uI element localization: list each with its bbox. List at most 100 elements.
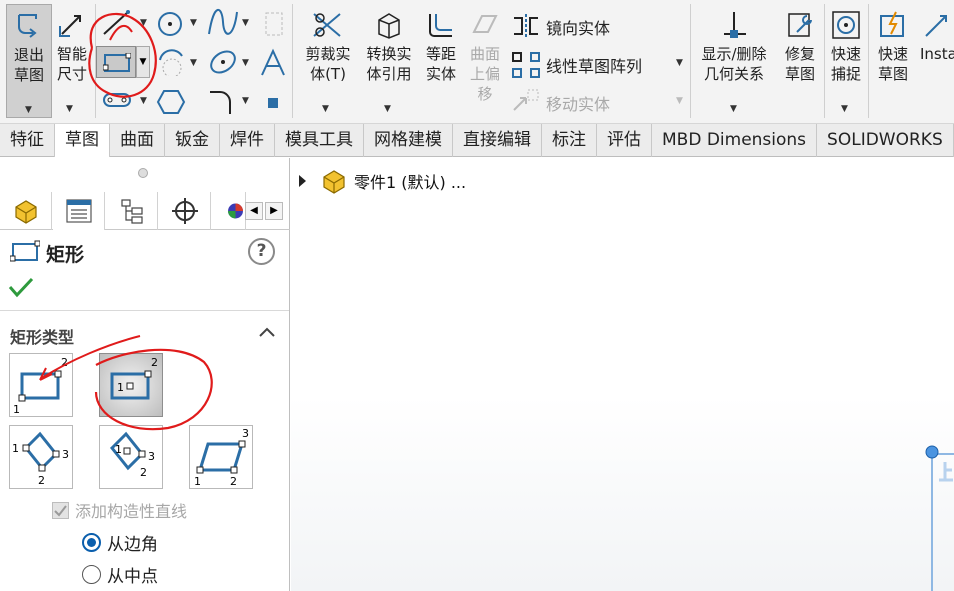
rapid-sketch-button[interactable]: 快速 草图 xyxy=(872,4,914,118)
chevron-down-icon[interactable]: ▼ xyxy=(730,104,737,114)
smart-dimension-label-2: 尺寸 xyxy=(56,65,87,83)
panel-grip-handle[interactable] xyxy=(138,168,148,178)
flyout-feature-tree-item[interactable]: 零件1 (默认) ... xyxy=(299,168,466,194)
tab-mesh-modeling[interactable]: 网格建模 xyxy=(364,124,453,157)
configuration-icon xyxy=(120,199,143,224)
tab-direct-editing[interactable]: 直接编辑 xyxy=(453,124,542,157)
feature-manager-tab[interactable] xyxy=(0,192,52,230)
3-point-center-rectangle-button[interactable]: 1 2 3 xyxy=(99,425,163,489)
polygon-icon[interactable] xyxy=(156,88,186,116)
separator xyxy=(690,4,691,118)
chevron-up-icon[interactable] xyxy=(258,326,276,338)
checkbox-box[interactable] xyxy=(52,501,69,519)
command-manager-tabs: 特征 草图 曲面 钣金 焊件 模具工具 网格建模 直接编辑 标注 评估 MBD … xyxy=(0,124,954,157)
surface-offset-label-3: 移 xyxy=(477,85,493,103)
point-label: 1 xyxy=(12,442,19,455)
circle-icon[interactable] xyxy=(156,10,184,38)
mirror-entities-button[interactable]: 镜向实体 xyxy=(546,15,610,39)
tab-mold-tools[interactable]: 模具工具 xyxy=(275,124,364,157)
chevron-down-icon[interactable]: ▼ xyxy=(676,96,683,106)
display-manager-tab[interactable] xyxy=(212,192,246,230)
rectangle-button[interactable] xyxy=(96,46,136,78)
tab-sheet-metal[interactable]: 钣金 xyxy=(165,124,220,157)
graphics-area[interactable]: 零件1 (默认) ... xyxy=(291,158,954,591)
trim-icon xyxy=(313,13,341,37)
part-icon xyxy=(14,200,37,224)
offset-on-surface-button[interactable]: 曲面 上偏 移 xyxy=(464,4,506,118)
tab-surfaces[interactable]: 曲面 xyxy=(110,124,165,157)
tab-weldments[interactable]: 焊件 xyxy=(220,124,275,157)
quick-snaps-button[interactable]: 快速 捕捉 ▼ xyxy=(826,4,866,118)
chevron-down-icon[interactable]: ▼ xyxy=(841,104,848,114)
separator xyxy=(292,4,293,118)
spline-icon[interactable] xyxy=(206,8,240,38)
arc-icon[interactable] xyxy=(156,48,186,76)
add-construction-lines-checkbox[interactable]: 添加构造性直线 xyxy=(52,498,187,522)
chevron-down-icon[interactable]: ▼ xyxy=(322,104,329,114)
repair-label-2: 草图 xyxy=(784,65,815,83)
chevron-down-icon[interactable]: ▼ xyxy=(66,104,73,114)
exit-sketch-button[interactable]: 退出 草图 ▼ xyxy=(6,4,52,118)
chevron-down-icon[interactable]: ▼ xyxy=(140,96,147,106)
chevron-down-icon[interactable]: ▼ xyxy=(190,18,197,28)
center-point-label: 2 xyxy=(151,356,158,369)
panel-tabs-scroll-right[interactable]: ▶ xyxy=(265,202,283,220)
center-point-label: 1 xyxy=(117,381,124,394)
from-midpoints-radio[interactable]: 从中点 xyxy=(82,562,158,587)
help-button[interactable]: ? xyxy=(248,238,275,265)
rectangle-dropdown[interactable]: ▼ xyxy=(136,46,150,78)
chevron-down-icon[interactable]: ▼ xyxy=(25,105,32,115)
quick-snap-label-1: 快速 xyxy=(830,45,861,63)
plane-icon[interactable] xyxy=(262,10,286,38)
smart-dimension-button[interactable]: 智能 尺寸 ▼ xyxy=(52,4,92,118)
mirror-icon xyxy=(514,14,538,38)
relations-label-2: 几何关系 xyxy=(703,65,764,83)
trim-label-2: 体(T) xyxy=(310,65,346,83)
3-point-corner-rectangle-button[interactable]: 1 2 3 xyxy=(9,425,73,489)
radio-dot[interactable] xyxy=(82,565,101,584)
convert-entities-button[interactable]: 转换实 体引用 ▼ xyxy=(360,4,418,118)
instant2d-button[interactable]: Insta xyxy=(918,4,954,118)
slot-icon[interactable] xyxy=(100,88,134,112)
parallelogram-button[interactable]: 1 2 3 xyxy=(189,425,253,489)
chevron-down-icon[interactable]: ▼ xyxy=(676,58,683,68)
configuration-manager-tab[interactable] xyxy=(106,192,158,230)
chevron-down-icon[interactable]: ▼ xyxy=(190,58,197,68)
point-icon[interactable] xyxy=(266,96,280,110)
property-manager-tab[interactable] xyxy=(53,192,105,230)
point-label: 3 xyxy=(242,427,249,440)
display-delete-relations-button[interactable]: 显示/删除 几何关系 ▼ xyxy=(694,4,774,118)
ellipse-icon[interactable] xyxy=(206,48,240,76)
chevron-down-icon[interactable]: ▼ xyxy=(242,18,249,28)
move-entities-button[interactable]: 移动实体 xyxy=(546,91,610,115)
chevron-down-icon[interactable]: ▼ xyxy=(140,18,147,28)
chevron-down-icon[interactable]: ▼ xyxy=(242,58,249,68)
trim-entities-button[interactable]: 剪裁实 体(T) ▼ xyxy=(300,4,356,118)
panel-tabs-scroll-left[interactable]: ◀ xyxy=(245,202,263,220)
smart-dimension-label-1: 智能 xyxy=(56,45,87,63)
point-label: 1 xyxy=(194,475,201,488)
repair-sketch-button[interactable]: 修复 草图 xyxy=(778,4,822,118)
corner-rectangle-button[interactable]: 1 2 xyxy=(9,353,73,417)
dimxpert-manager-tab[interactable] xyxy=(159,192,211,230)
from-corners-radio[interactable]: 从边角 xyxy=(82,530,158,555)
offset-entities-button[interactable]: 等距 实体 xyxy=(420,4,462,118)
ok-checkmark-icon[interactable] xyxy=(8,276,34,298)
tab-markup[interactable]: 标注 xyxy=(542,124,597,157)
tab-sketch[interactable]: 草图 xyxy=(55,124,110,157)
line-icon[interactable] xyxy=(100,6,142,36)
center-rectangle-button[interactable]: 1 2 xyxy=(99,353,163,417)
chevron-down-icon[interactable]: ▼ xyxy=(384,104,391,114)
tab-mbd-dimensions[interactable]: MBD Dimensions xyxy=(652,124,818,157)
fillet-icon[interactable] xyxy=(206,88,240,116)
instant2d-icon xyxy=(925,15,947,37)
tab-solidworks-addins[interactable]: SOLIDWORKS xyxy=(817,124,954,157)
tab-evaluate[interactable]: 评估 xyxy=(597,124,652,157)
chevron-down-icon[interactable]: ▼ xyxy=(242,96,249,106)
offset-icon xyxy=(429,14,452,37)
expand-arrow-icon[interactable] xyxy=(299,175,306,187)
radio-dot[interactable] xyxy=(82,533,101,552)
tab-features[interactable]: 特征 xyxy=(0,124,55,157)
linear-sketch-pattern-button[interactable]: 线性草图阵列 xyxy=(546,53,642,77)
text-icon[interactable] xyxy=(258,48,288,78)
